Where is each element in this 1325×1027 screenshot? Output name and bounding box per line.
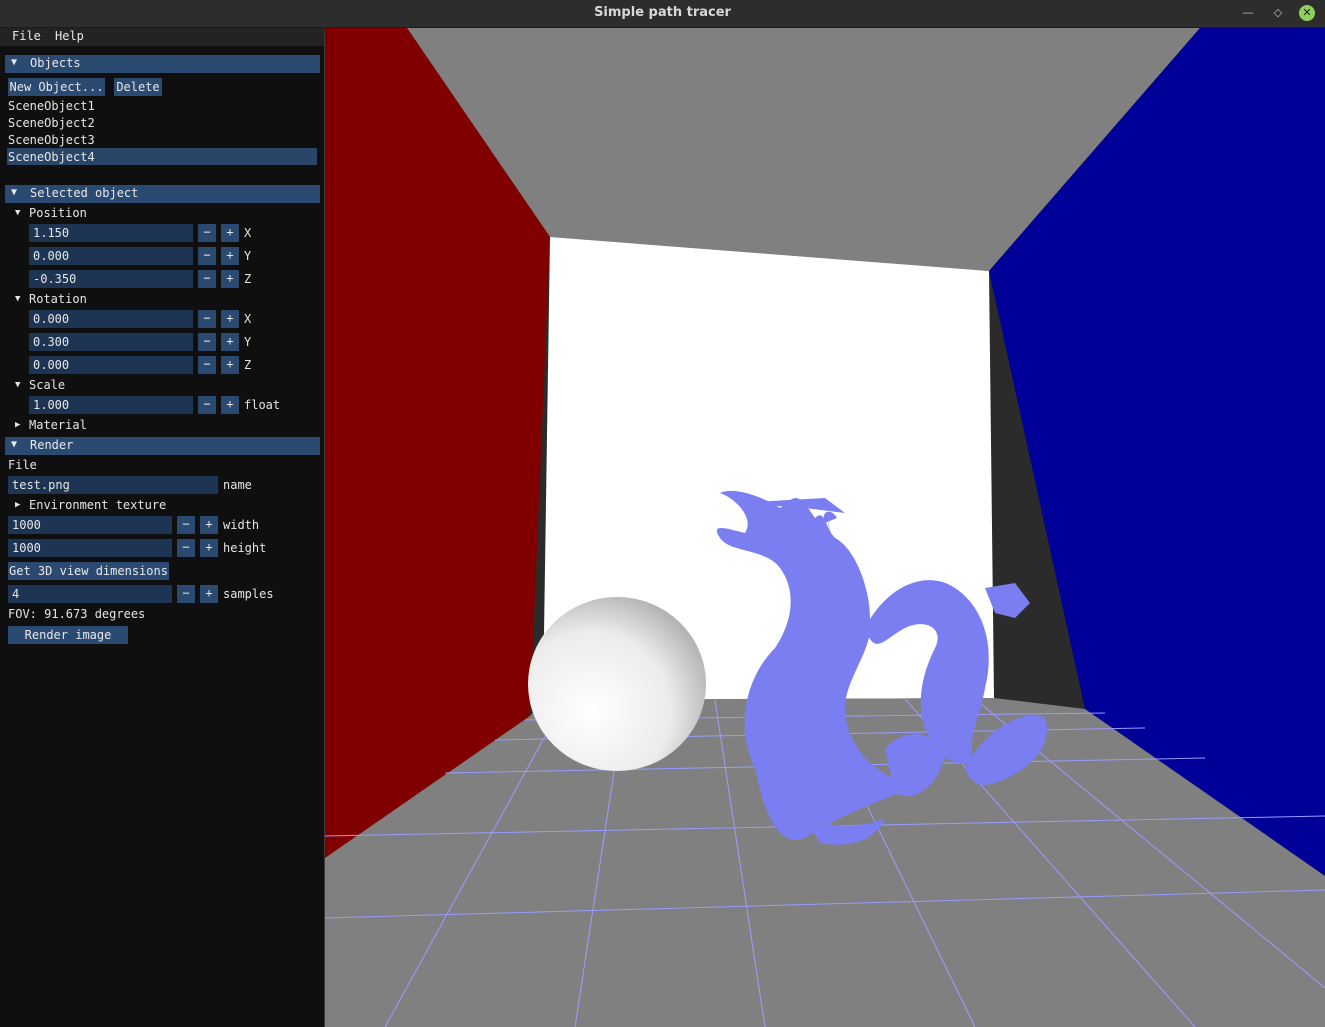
axis-label-y: Y	[244, 249, 252, 263]
rotation-x-input[interactable]: 0.000	[29, 310, 193, 328]
rotation-y-increment-button[interactable]: +	[221, 333, 239, 351]
collapse-arrow-icon: ▼	[11, 439, 18, 450]
render-header[interactable]: ▼ Render	[5, 437, 320, 455]
delete-button[interactable]: Delete	[114, 78, 162, 96]
material-label[interactable]: Material	[29, 418, 87, 432]
axis-label-z: Z	[244, 358, 252, 372]
rotation-z-decrement-button[interactable]: −	[198, 356, 216, 374]
width-increment-button[interactable]: +	[200, 516, 218, 534]
name-label: name	[223, 478, 252, 492]
rotation-y-input[interactable]: 0.300	[29, 333, 193, 351]
restore-icon[interactable]: ◇	[1270, 5, 1286, 21]
position-x-input[interactable]: 1.150	[29, 224, 193, 242]
collapse-arrow-icon: ▼	[11, 57, 18, 68]
height-label: height	[223, 541, 267, 555]
position-x-decrement-button[interactable]: −	[198, 224, 216, 242]
scale-label[interactable]: Scale	[29, 378, 65, 392]
axis-label-x: X	[244, 226, 252, 240]
minimize-icon[interactable]: —	[1240, 5, 1256, 21]
objects-header[interactable]: ▼ Objects	[5, 55, 320, 73]
rotation-x-increment-button[interactable]: +	[221, 310, 239, 328]
get-3d-view-dimensions-button[interactable]: Get 3D view dimensions	[8, 562, 169, 580]
width-label: width	[223, 518, 260, 532]
position-z-increment-button[interactable]: +	[221, 270, 239, 288]
height-decrement-button[interactable]: −	[177, 539, 195, 557]
tree-open-icon[interactable]: ▼	[15, 208, 20, 218]
collapse-arrow-icon: ▼	[11, 187, 18, 198]
new-object-button[interactable]: New Object...	[8, 78, 105, 96]
rotation-x-decrement-button[interactable]: −	[198, 310, 216, 328]
rotation-z-increment-button[interactable]: +	[221, 356, 239, 374]
position-y-increment-button[interactable]: +	[221, 247, 239, 265]
white-sphere[interactable]	[528, 597, 706, 771]
window-titlebar: Simple path tracer — ◇ ✕	[0, 0, 1325, 28]
menubar: File Help	[0, 28, 324, 46]
rotation-y-decrement-button[interactable]: −	[198, 333, 216, 351]
tree-open-icon[interactable]: ▼	[15, 380, 20, 390]
scale-increment-button[interactable]: +	[221, 396, 239, 414]
list-item[interactable]: SceneObject3	[8, 133, 95, 147]
3d-viewport[interactable]	[325, 28, 1325, 1027]
scene-render[interactable]	[325, 28, 1325, 1027]
list-item[interactable]: SceneObject4	[8, 150, 95, 164]
position-x-increment-button[interactable]: +	[221, 224, 239, 242]
position-label[interactable]: Position	[29, 206, 87, 220]
rotation-z-input[interactable]: 0.000	[29, 356, 193, 374]
position-y-decrement-button[interactable]: −	[198, 247, 216, 265]
samples-increment-button[interactable]: +	[200, 585, 218, 603]
fov-readout: FOV: 91.673 degrees	[8, 607, 146, 621]
position-z-decrement-button[interactable]: −	[198, 270, 216, 288]
samples-input[interactable]: 4	[8, 585, 172, 603]
window-title: Simple path tracer	[594, 5, 731, 20]
width-input[interactable]: 1000	[8, 516, 172, 534]
selected-object-header-label: Selected object	[30, 186, 139, 200]
render-header-label: Render	[30, 438, 74, 452]
position-y-input[interactable]: 0.000	[29, 247, 193, 265]
samples-decrement-button[interactable]: −	[177, 585, 195, 603]
list-item[interactable]: SceneObject2	[8, 116, 95, 130]
scale-type-label: float	[244, 398, 281, 412]
control-panel: File Help ▼ Objects New Object... Delete…	[0, 28, 325, 1027]
menu-file[interactable]: File	[12, 29, 41, 43]
width-decrement-button[interactable]: −	[177, 516, 195, 534]
axis-label-y: Y	[244, 335, 252, 349]
axis-label-z: Z	[244, 272, 252, 286]
axis-label-x: X	[244, 312, 252, 326]
filename-input[interactable]: test.png	[8, 476, 218, 494]
file-label: File	[8, 458, 37, 472]
tree-open-icon[interactable]: ▼	[15, 294, 20, 304]
rotation-label[interactable]: Rotation	[29, 292, 87, 306]
samples-label: samples	[223, 587, 274, 601]
height-increment-button[interactable]: +	[200, 539, 218, 557]
selected-object-header[interactable]: ▼ Selected object	[5, 185, 320, 203]
tree-closed-icon[interactable]: ▶	[15, 420, 20, 430]
scale-decrement-button[interactable]: −	[198, 396, 216, 414]
scale-input[interactable]: 1.000	[29, 396, 193, 414]
close-icon[interactable]: ✕	[1299, 5, 1315, 21]
objects-header-label: Objects	[30, 56, 81, 70]
tree-closed-icon[interactable]: ▶	[15, 500, 20, 510]
position-z-input[interactable]: -0.350	[29, 270, 193, 288]
render-image-button[interactable]: Render image	[8, 626, 128, 644]
environment-texture-label[interactable]: Environment texture	[29, 498, 166, 512]
menu-help[interactable]: Help	[55, 29, 84, 43]
list-item[interactable]: SceneObject1	[8, 99, 95, 113]
height-input[interactable]: 1000	[8, 539, 172, 557]
